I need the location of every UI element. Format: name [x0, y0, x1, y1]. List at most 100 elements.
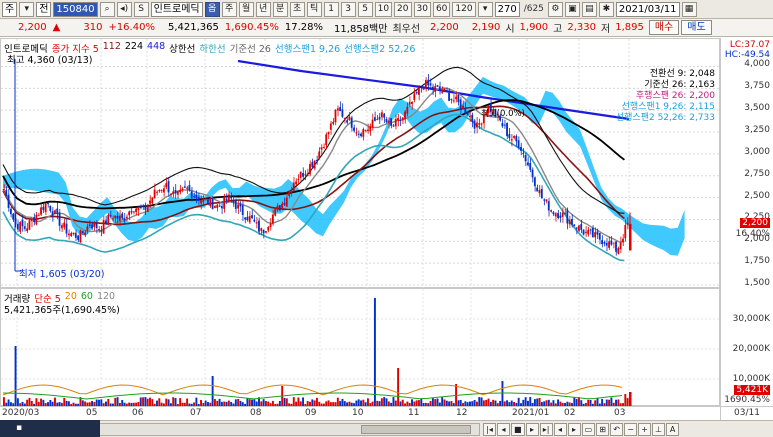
candle-body: [418, 87, 420, 95]
lock-icon[interactable]: ▣: [564, 1, 580, 17]
first-icon[interactable]: |◂: [483, 423, 496, 436]
candle-body: [197, 196, 200, 202]
stock-badge-icon[interactable]: S: [133, 1, 149, 17]
interval-3-button[interactable]: 3: [340, 1, 356, 17]
speaker-icon[interactable]: ◂): [116, 1, 132, 17]
date-input[interactable]: 2021/03/11: [615, 1, 680, 17]
interval-dropdown-icon[interactable]: ▾: [477, 1, 493, 17]
candle-body: [58, 212, 61, 226]
last-icon[interactable]: ▸|: [539, 423, 553, 436]
candle-body: [248, 216, 251, 223]
priority-bid: 2,190: [471, 22, 501, 33]
period-year-button[interactable]: 년: [255, 1, 271, 17]
save-icon[interactable]: ▤: [581, 1, 597, 17]
candle-body: [360, 133, 362, 137]
scroll-right-icon[interactable]: ▸: [567, 423, 581, 436]
volume-bar: [262, 399, 265, 406]
period-week-button[interactable]: 주: [221, 1, 237, 17]
candle-body: [517, 140, 520, 149]
volume-bar: [167, 399, 170, 406]
gear-icon[interactable]: ✱: [598, 1, 614, 17]
market-select[interactable]: 주: [2, 1, 18, 17]
candle-body: [399, 120, 402, 122]
lc-value: LC:37.07: [729, 40, 770, 50]
date-tick: 2020/03: [2, 408, 40, 418]
range-icon[interactable]: ▭: [581, 423, 596, 436]
search-icon[interactable]: ⌕: [99, 1, 115, 17]
candle-body: [422, 88, 425, 90]
candle-body: [445, 90, 448, 92]
interval-5-button[interactable]: 5: [357, 1, 373, 17]
volume-bar: [144, 397, 147, 406]
zoom-fit-icon[interactable]: ⊞: [596, 423, 610, 436]
scroll-thumb[interactable]: [361, 425, 471, 434]
buy-button[interactable]: 매수: [648, 20, 680, 35]
candle-body: [577, 225, 580, 231]
code-type-select[interactable]: 전: [36, 1, 52, 17]
zoom-out-icon[interactable]: −: [624, 423, 638, 436]
volume-chart[interactable]: 거래량 단순 5 20 60 120 5,421,365주(1,690.45%): [0, 288, 721, 407]
volume-bar: [536, 398, 539, 406]
stop-icon[interactable]: ■: [511, 423, 525, 436]
candle-body: [610, 240, 613, 245]
undo-icon[interactable]: ↶: [610, 423, 624, 436]
volume-bar: [431, 397, 434, 406]
price-tick: 3,250: [744, 125, 770, 136]
candle-body: [450, 98, 453, 100]
candle-body: [21, 219, 24, 227]
interval-1-button[interactable]: 1: [323, 1, 339, 17]
period-minute-button[interactable]: 분: [272, 1, 288, 17]
align-icon[interactable]: ⊥: [652, 423, 666, 436]
volume-bar: [14, 346, 17, 406]
scroll-left-icon[interactable]: ◂: [553, 423, 567, 436]
candle-body: [56, 208, 59, 214]
volume-bar: [538, 397, 541, 406]
next-icon[interactable]: ▸: [525, 423, 539, 436]
interval-20-button[interactable]: 20: [394, 1, 412, 17]
sell-button[interactable]: 매도: [681, 20, 712, 35]
stock-code-input[interactable]: 150840: [53, 1, 98, 17]
zoom-in-icon[interactable]: +: [638, 423, 652, 436]
interval-10-button[interactable]: 10: [374, 1, 393, 17]
current-price-tag: 2,200: [740, 218, 770, 228]
count-total: /625: [523, 4, 544, 14]
legend-lower: 하한선: [199, 44, 226, 55]
count-input[interactable]: 270: [494, 1, 520, 17]
date-tick: 09: [305, 408, 317, 418]
candle-body: [190, 191, 193, 198]
volume-bar: [626, 398, 629, 406]
taskbar-window[interactable]: ▪: [0, 420, 100, 437]
volume-bar-last: [629, 392, 632, 406]
candle-body: [478, 123, 481, 125]
candle-body: [137, 206, 140, 210]
interval-120-button[interactable]: 120: [452, 1, 476, 17]
candle-body: [28, 220, 31, 230]
price-chart[interactable]: 인트로메딕 종가 지수 5 112 224 448 상한선 하한선 기준선 26…: [0, 38, 721, 289]
price-tick: 3,750: [744, 81, 770, 92]
period-second-button[interactable]: 초: [289, 1, 305, 17]
period-day-button[interactable]: 옵: [204, 1, 220, 17]
interval-30-button[interactable]: 30: [413, 1, 431, 17]
candle-body: [51, 211, 54, 216]
prev-icon[interactable]: ◂: [497, 423, 510, 436]
calendar-icon[interactable]: ▦: [681, 1, 697, 17]
stock-name-field[interactable]: 인트로메딕: [150, 1, 203, 17]
volume-bar: [397, 368, 400, 406]
chevron-down-icon[interactable]: ▾: [19, 1, 35, 17]
candle-body: [123, 218, 126, 221]
volume-bar: [172, 397, 175, 406]
volume-bar: [179, 398, 182, 406]
period-month-button[interactable]: 월: [238, 1, 254, 17]
candle-body: [77, 235, 80, 240]
interval-60-button[interactable]: 60: [432, 1, 451, 17]
candle-body: [60, 225, 63, 229]
candle-body: [612, 242, 615, 244]
candle-body: [244, 217, 246, 220]
settings-icon[interactable]: ⚙: [547, 1, 563, 17]
candle-body: [9, 208, 12, 215]
period-tick-button[interactable]: 틱: [306, 1, 322, 17]
text-icon[interactable]: A: [666, 423, 680, 436]
candle-body: [524, 155, 527, 162]
volume-bar: [392, 397, 395, 406]
candle-body: [181, 188, 184, 191]
